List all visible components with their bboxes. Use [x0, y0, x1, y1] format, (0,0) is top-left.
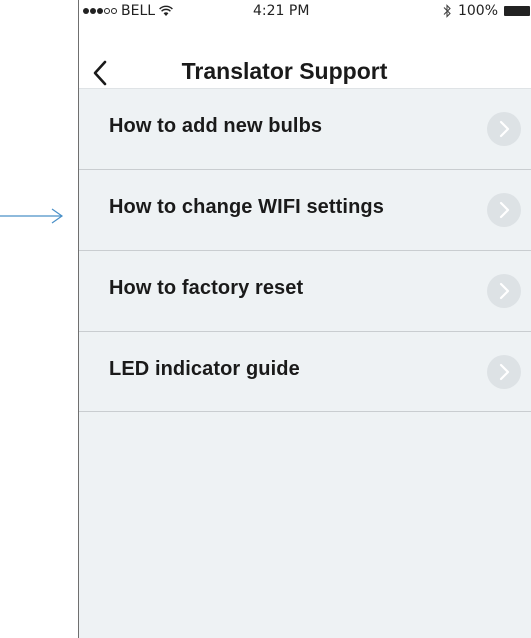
carrier-name: BELL — [121, 3, 156, 19]
status-bar: BELL 4:21 PM 100% — [79, 0, 531, 22]
status-left: BELL — [83, 3, 173, 19]
menu-item-led-indicator-guide[interactable]: LED indicator guide — [79, 331, 531, 412]
menu-item-label: LED indicator guide — [109, 358, 300, 380]
status-time: 4:21 PM — [253, 3, 310, 19]
wifi-icon — [159, 5, 173, 16]
menu-item-factory-reset[interactable]: How to factory reset — [79, 250, 531, 331]
menu-item-change-wifi-settings[interactable]: How to change WIFI settings — [79, 169, 531, 250]
page-title: Translator Support — [181, 58, 388, 84]
screenshot-canvas: BELL 4:21 PM 100% Translator Support How… — [0, 0, 531, 638]
menu-item-label: How to change WIFI settings — [109, 196, 384, 218]
menu-item-add-new-bulbs[interactable]: How to add new bulbs — [79, 88, 531, 169]
signal-dot — [90, 8, 96, 14]
signal-dot — [97, 8, 103, 14]
arrow-right-icon — [0, 208, 64, 224]
signal-dot — [111, 8, 117, 14]
status-right: 100% — [443, 3, 530, 19]
chevron-right-icon — [487, 193, 521, 227]
battery-percent: 100% — [457, 3, 498, 19]
menu-item-label: How to add new bulbs — [109, 115, 323, 137]
bluetooth-icon — [443, 4, 451, 18]
chevron-right-icon — [487, 112, 521, 146]
phone-screen: BELL 4:21 PM 100% Translator Support How… — [78, 0, 531, 638]
signal-strength-icon — [83, 8, 117, 14]
signal-dot — [104, 8, 110, 14]
signal-dot — [83, 8, 89, 14]
menu-item-label: How to factory reset — [109, 277, 304, 299]
chevron-right-icon — [487, 274, 521, 308]
support-menu-list: How to add new bulbs How to change WIFI … — [79, 88, 531, 412]
chevron-right-icon — [487, 355, 521, 389]
battery-icon — [504, 6, 530, 16]
